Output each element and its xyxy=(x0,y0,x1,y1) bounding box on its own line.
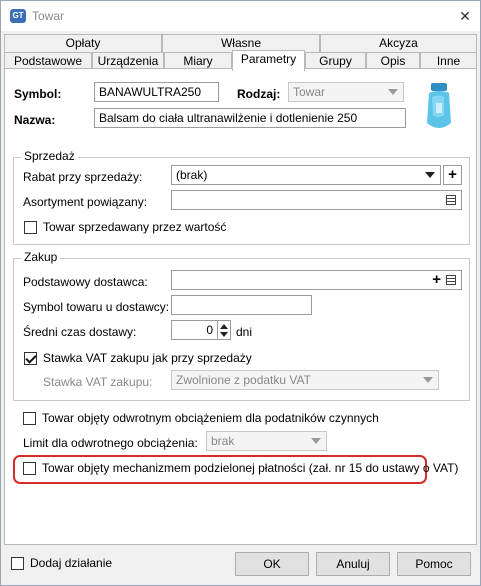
dostawca-add-button[interactable]: + xyxy=(432,271,441,289)
window-title: Towar xyxy=(32,9,65,23)
dostawca-label: Podstawowy dostawca: xyxy=(23,275,148,289)
stawka-vat-select[interactable]: Zwolnione z podatku VAT xyxy=(171,370,439,390)
rabat-value: (brak) xyxy=(176,168,208,182)
list-icon[interactable] xyxy=(446,275,456,285)
stawka-vat-jak-checkbox[interactable] xyxy=(24,352,37,365)
chevron-down-icon xyxy=(388,89,398,95)
tab-oplaty[interactable]: Opłaty xyxy=(4,34,162,53)
sprzedaz-title: Sprzedaż xyxy=(21,149,78,163)
asortyment-field[interactable] xyxy=(171,190,462,210)
rodzaj-select[interactable]: Towar xyxy=(288,82,404,102)
chevron-down-icon xyxy=(425,172,435,178)
dodaj-dzialanie-checkbox[interactable] xyxy=(11,557,24,570)
chevron-down-icon xyxy=(311,438,321,444)
rabat-label: Rabat przy sprzedaży: xyxy=(23,170,143,184)
symbol-dostawcy-label: Symbol towaru u dostawcy: xyxy=(23,300,170,314)
symbol-label: Symbol: xyxy=(14,87,62,101)
podzielona-platnosc-label: Towar objęty mechanizmem podzielonej pła… xyxy=(42,461,459,475)
close-icon[interactable]: ✕ xyxy=(455,6,475,26)
rodzaj-value: Towar xyxy=(293,85,326,99)
anuluj-button[interactable]: Anuluj xyxy=(316,552,390,576)
nazwa-label: Nazwa: xyxy=(14,113,56,127)
tab-akcyza[interactable]: Akcyza xyxy=(320,34,477,53)
product-image xyxy=(427,83,451,128)
czas-dostawy-field[interactable]: 0 xyxy=(171,320,218,340)
title-bar: GT Towar ✕ xyxy=(1,1,480,31)
odwrotne-checkbox[interactable] xyxy=(23,412,36,425)
limit-select[interactable]: brak xyxy=(206,431,327,451)
pomoc-button[interactable]: Pomoc xyxy=(397,552,471,576)
rabat-add-button[interactable]: + xyxy=(443,165,462,185)
dodaj-dzialanie-label: Dodaj działanie xyxy=(30,556,113,570)
asortyment-label: Asortyment powiązany: xyxy=(23,195,148,209)
towar-wartosc-label: Towar sprzedawany przez wartość xyxy=(43,220,227,234)
towar-wartosc-checkbox[interactable] xyxy=(24,221,37,234)
list-icon[interactable] xyxy=(446,195,456,205)
symbol-dostawcy-field[interactable] xyxy=(171,295,312,315)
dialog-window: GT Towar ✕ Opłaty Własne Akcyza Podstawo… xyxy=(0,0,481,586)
podzielona-platnosc-checkbox[interactable] xyxy=(23,462,36,475)
czas-dostawy-unit: dni xyxy=(236,325,253,339)
app-icon: GT xyxy=(10,9,26,23)
tab-parametry[interactable]: Parametry xyxy=(232,50,305,71)
czas-dostawy-stepper[interactable] xyxy=(218,320,231,340)
stepper-up-icon[interactable] xyxy=(220,324,228,329)
ok-button[interactable]: OK xyxy=(235,552,309,576)
stawka-vat-value: Zwolnione z podatku VAT xyxy=(176,373,311,387)
rabat-select[interactable]: (brak) xyxy=(171,165,441,185)
symbol-field[interactable]: BANAWULTRA250 xyxy=(94,82,219,102)
zakup-title: Zakup xyxy=(21,250,61,264)
limit-label: Limit dla odwrotnego obciążenia: xyxy=(23,436,198,450)
stawka-vat-label: Stawka VAT zakupu: xyxy=(43,375,153,389)
stepper-down-icon[interactable] xyxy=(220,332,228,337)
stawka-vat-jak-label: Stawka VAT zakupu jak przy sprzedaży xyxy=(43,351,252,365)
czas-dostawy-label: Średni czas dostawy: xyxy=(23,325,137,339)
rodzaj-label: Rodzaj: xyxy=(237,87,281,101)
chevron-down-icon xyxy=(423,377,433,383)
nazwa-field[interactable]: Balsam do ciała ultranawilżenie i dotlen… xyxy=(94,108,406,128)
limit-value: brak xyxy=(211,434,235,448)
dostawca-field[interactable]: + xyxy=(171,270,462,290)
odwrotne-label: Towar objęty odwrotnym obciążeniem dla p… xyxy=(42,411,379,425)
